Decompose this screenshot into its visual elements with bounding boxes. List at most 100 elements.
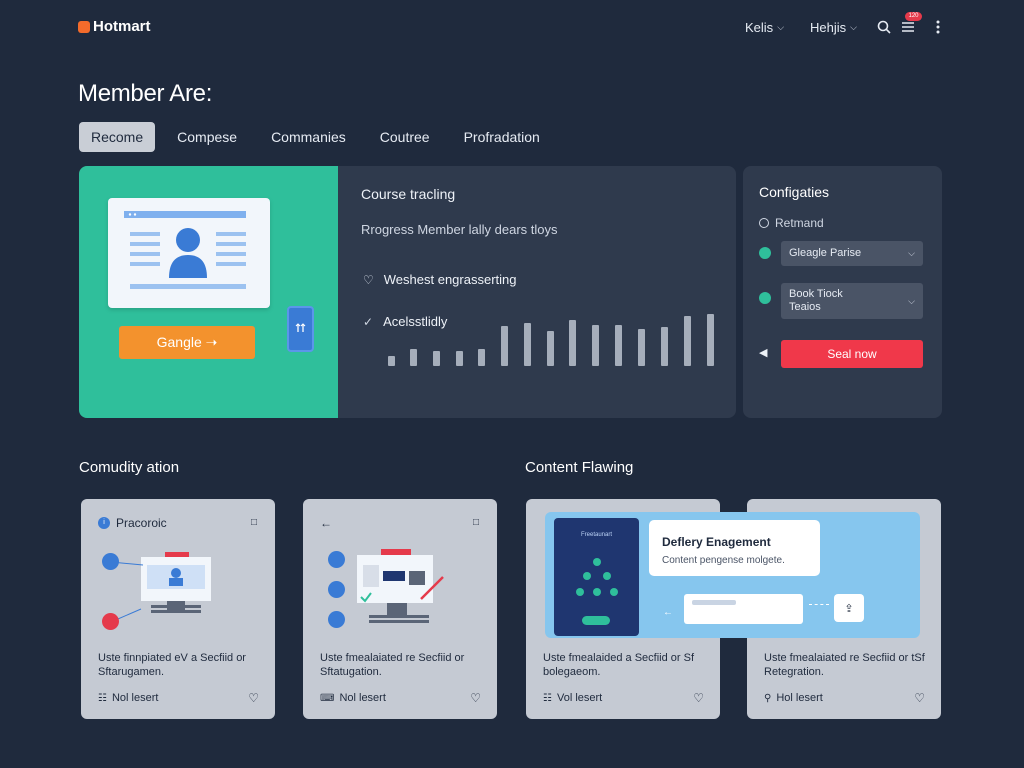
community-card[interactable]: i Pracoroic □ Uste finnpiated eV a Secfi… (81, 499, 275, 719)
card-caption: Uste finnpiated eV a Secfiid or Sftaruga… (98, 652, 246, 678)
network-nodes-icon (576, 558, 618, 596)
config-title: Configaties (759, 184, 830, 200)
page-title: Member Are: (78, 80, 213, 107)
phone-icon (287, 306, 314, 352)
card-footer: ☷ Nol lesert (98, 692, 158, 704)
section-title-community: Comudity ation (79, 459, 180, 476)
card-footer: ☷ Vol lesert (543, 692, 602, 704)
phone-action-button[interactable] (582, 616, 610, 625)
gleagle-select[interactable]: Gleagle Parise ⌵ (781, 241, 923, 266)
engagement-title: Deflery Enagement (662, 535, 771, 549)
profile-card-icon (124, 211, 246, 289)
engagement-input[interactable] (684, 594, 803, 624)
tab-coutree[interactable]: Coutree (368, 122, 442, 152)
blue-node-icon (102, 553, 119, 570)
book-tiock-select[interactable]: Book Tiock Teaios ⌵ (781, 283, 923, 319)
activity-bar (638, 329, 645, 366)
search-icon (877, 20, 891, 34)
card-footer-label: Vol lesert (556, 692, 603, 704)
status-dot-icon (759, 292, 771, 304)
tab-recome[interactable]: Recome (79, 122, 156, 152)
section-title-content: Content Flawing (525, 459, 634, 476)
favorite-heart-icon[interactable]: ♡ (914, 691, 925, 705)
activity-bar (501, 326, 508, 366)
tab-commanies[interactable]: Commanies (259, 122, 358, 152)
menu-lines-icon (902, 22, 914, 32)
favorite-heart-icon[interactable]: ♡ (248, 691, 259, 705)
activity-bar (661, 327, 668, 366)
card-header: ← (320, 516, 332, 530)
flame-icon (78, 20, 90, 33)
lock-icon: ⌨ (320, 692, 335, 704)
blue-node-icon (328, 581, 345, 598)
hero-check-item: ♡ Weshest engrasserting (363, 272, 516, 287)
red-node-icon (102, 613, 119, 630)
expand-icon[interactable]: □ (251, 517, 257, 528)
card-footer-label: Nol lesert (111, 692, 159, 704)
card-header-label: Pracoroic (116, 516, 167, 530)
config-retmand-label: Retmand (775, 216, 824, 230)
search-icon: ⚲ (764, 692, 772, 704)
blue-node-icon (328, 551, 345, 568)
menu-kelis[interactable]: Kelis ⌵ (745, 20, 784, 35)
gleagle-select-value: Gleagle Parise (789, 247, 862, 260)
workspace-illustration-icon (357, 549, 444, 623)
activity-bar (615, 325, 622, 366)
profile-screen-illustration (108, 198, 270, 308)
document-icon: ☷ (98, 692, 107, 704)
card-header: i Pracoroic (98, 516, 167, 530)
activity-bar (433, 351, 440, 366)
more-options-button[interactable] (928, 17, 948, 37)
seal-now-button[interactable]: Seal now (781, 340, 923, 368)
phone-title: Freetaunart (580, 532, 613, 538)
menu-hehjis[interactable]: Hehjis ⌵ (810, 20, 857, 35)
engagement-banner: Freetaunart Deflery Enagement Content pe… (545, 512, 920, 638)
activity-bar (707, 314, 714, 366)
tab-profradation[interactable]: Profradation (452, 122, 552, 152)
tab-compese[interactable]: Compese (165, 122, 249, 152)
hero-illustration: Gangle ➝ (79, 166, 338, 418)
community-card[interactable]: ← □ Uste fmealaiated re Secfiid or Sftat… (303, 499, 497, 719)
connector-line (809, 604, 829, 605)
hero-subtitle: Rrogress Member lally dears tloys (361, 222, 558, 237)
chevron-down-icon: ⌵ (908, 295, 915, 306)
configuration-panel: Configaties Retmand Gleagle Parise ⌵ Boo… (743, 166, 942, 418)
chevron-down-icon: ⌵ (850, 22, 857, 32)
book-tiock-line2: Teaios (789, 301, 821, 313)
notification-badge: 120 (905, 12, 922, 21)
top-bar: Hotmart Kelis ⌵ Hehjis ⌵ 120 (0, 0, 1024, 56)
engagement-subtitle: Content pengense molgete. (662, 555, 785, 566)
radio-icon (759, 218, 769, 228)
chevron-down-icon: ⌵ (777, 22, 785, 32)
gangle-button[interactable]: Gangle ➝ (119, 326, 255, 359)
activity-bar (684, 316, 691, 366)
activity-bar (569, 320, 576, 366)
share-icon: ⇪ (844, 602, 854, 615)
monitor-illustration-icon (110, 552, 211, 623)
card-caption: Uste fmealaided a Secfiid or Sf bolegaeo… (543, 652, 695, 678)
card-caption: Uste fmealaiated re Secfiid or tSf Reteg… (764, 652, 925, 678)
book-tiock-select-value: Book Tiock Teaios (789, 288, 843, 313)
favorite-heart-icon[interactable]: ♡ (693, 691, 704, 705)
document-icon: ☷ (543, 692, 552, 704)
search-button[interactable] (874, 17, 894, 37)
expand-icon[interactable]: □ (473, 517, 479, 528)
card-footer: ⌨ Nol lesert (320, 692, 386, 704)
phone-mockup: Freetaunart (554, 518, 639, 636)
hero-heading: Course tracling (361, 186, 456, 202)
blue-node-icon (328, 611, 345, 628)
activity-bar (524, 323, 531, 366)
card-caption: Uste fmealaiated re Secfiid or Sftatugat… (320, 652, 465, 678)
config-retmand[interactable]: Retmand (759, 216, 824, 230)
status-dot-icon (759, 247, 771, 259)
card-footer-label: Hol lesert (776, 692, 823, 704)
chevron-down-icon: ⌵ (908, 248, 915, 259)
brand-logo[interactable]: Hotmart (78, 18, 151, 35)
favorite-heart-icon[interactable]: ♡ (470, 691, 481, 705)
back-arrow-icon[interactable]: ← (320, 516, 332, 530)
activity-bar (478, 349, 485, 366)
card-footer-label: Nol lesert (339, 692, 386, 704)
activity-bar (456, 351, 463, 366)
share-button[interactable]: ⇪ (834, 594, 864, 622)
engagement-card: Deflery Enagement Content pengense molge… (649, 520, 820, 576)
